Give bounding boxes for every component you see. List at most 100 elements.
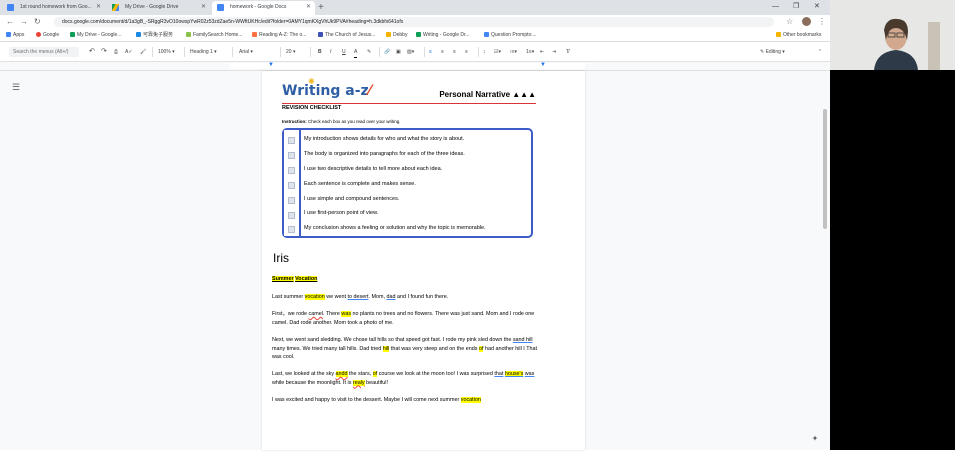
toolbar-divider [184, 47, 185, 57]
close-icon[interactable]: ✕ [306, 1, 311, 14]
bookmark-familysearch[interactable]: FamilySearch Home... [186, 29, 242, 41]
redo-icon[interactable]: ↷ [101, 47, 107, 57]
bookmark-reading-az[interactable]: Reading A-Z: The o... [252, 29, 306, 41]
worksheet-type: Personal Narrative ▲▲▲ [439, 90, 536, 99]
menu-search-input[interactable]: Search the menus (Alt+/) [9, 47, 79, 57]
drive-icon [112, 4, 119, 11]
align-left-icon[interactable]: ≡ [429, 47, 432, 57]
maximize-button[interactable]: ❐ [793, 0, 799, 14]
checkbox [288, 182, 295, 189]
blank-panel [830, 70, 955, 450]
bookmark-chinese[interactable]: 可靠兔子服务 [136, 29, 173, 41]
checklist-icon[interactable]: ☑▾ [494, 47, 501, 57]
sun-icon: ✺ [308, 77, 315, 86]
close-window-button[interactable]: ✕ [814, 0, 820, 14]
folder-icon [386, 32, 391, 37]
align-center-icon[interactable]: ≡ [441, 47, 444, 57]
paragraph-2: First，we rode camel. There was no plants… [272, 311, 535, 326]
paragraph-1: Last summer vocation we went to desert. … [272, 294, 449, 300]
bookmark-star-icon[interactable]: ☆ [786, 16, 793, 28]
bulleted-list-icon[interactable]: ⁝≡▾ [510, 47, 517, 57]
decrease-indent-icon[interactable]: ⇤ [540, 47, 544, 57]
bookmark-debby[interactable]: Debby [386, 29, 407, 41]
book-icon [252, 32, 257, 37]
minimize-button[interactable]: — [772, 0, 779, 14]
bold-icon[interactable]: B [318, 47, 322, 57]
left-indent-marker[interactable]: ▼ [268, 62, 274, 68]
hide-menus-icon[interactable]: ⌃ [818, 47, 822, 57]
justify-icon[interactable]: ≡ [465, 47, 468, 57]
right-indent-marker[interactable]: ▼ [540, 62, 546, 68]
bookmark-church[interactable]: The Church of Jesus... [318, 29, 375, 41]
text-color-icon[interactable]: A [354, 47, 358, 58]
worksheet-subtitle: REVISION CHECKLIST [282, 105, 342, 111]
highlight-icon[interactable]: ✎ [367, 47, 371, 57]
image-icon[interactable]: ▨▾ [407, 47, 414, 57]
scrollbar[interactable] [822, 101, 828, 461]
font-size-select[interactable]: 20 ▾ [286, 47, 295, 57]
ruler: ▼ ▼ [0, 62, 830, 71]
docs-toolbar: Search the menus (Alt+/) ↶ ↷ ⎙ A✓ 🖌 100%… [0, 44, 830, 62]
style-select[interactable]: Heading 1 ▾ [190, 47, 217, 57]
divider [282, 103, 536, 104]
address-bar[interactable]: docs.google.com/document/d/1a3gB_-SRggR3… [54, 17, 774, 27]
checklist-panel: My introduction shows details for who an… [282, 128, 533, 238]
bookmark-writing[interactable]: Writing - Google Dr... [416, 29, 470, 41]
undo-icon[interactable]: ↶ [89, 47, 95, 57]
underline-icon[interactable]: U [342, 47, 346, 57]
increase-indent-icon[interactable]: ⇥ [552, 47, 556, 57]
story-title: Summer Vocation [272, 276, 318, 282]
toolbar-divider [310, 47, 311, 57]
clear-formatting-icon[interactable]: T̸ [566, 47, 569, 57]
bookmark-google[interactable]: Google [36, 29, 59, 41]
tab-homework-docs[interactable]: homework - Google Docs ✕ [212, 1, 315, 15]
other-bookmarks[interactable]: Other bookmarks [776, 29, 821, 41]
checkbox [288, 226, 295, 233]
editing-mode-select[interactable]: ✎ Editing ▾ [760, 47, 785, 57]
browser-tab-bar: 1st round homework from Goo... ✕ My Driv… [0, 0, 830, 15]
profile-avatar[interactable] [802, 17, 811, 26]
scroll-thumb[interactable] [823, 109, 827, 229]
checkbox-column [284, 130, 301, 236]
zoom-select[interactable]: 100% ▾ [158, 47, 175, 57]
numbered-list-icon[interactable]: 1≡▾ [526, 47, 534, 57]
checkbox [288, 137, 295, 144]
bookmark-my-drive[interactable]: My Drive - Google... [70, 29, 121, 41]
print-icon[interactable]: ⎙ [114, 47, 118, 57]
align-right-icon[interactable]: ≡ [453, 47, 456, 57]
line-spacing-icon[interactable]: ↕ [483, 47, 486, 57]
spellcheck-icon[interactable]: A✓ [125, 47, 133, 57]
checkbox [288, 167, 295, 174]
toolbar-divider [232, 47, 233, 57]
document-page[interactable]: ✺ Writing a-z⁄ Personal Narrative ▲▲▲ RE… [262, 71, 585, 450]
forward-button[interactable]: → [20, 16, 28, 28]
back-button[interactable]: ← [6, 16, 14, 28]
folder-icon [776, 32, 781, 37]
font-select[interactable]: Arial ▾ [239, 47, 253, 57]
comment-icon[interactable]: ▣ [396, 47, 401, 57]
link-icon[interactable]: 🔗 [384, 47, 390, 57]
new-tab-button[interactable]: + [318, 1, 324, 14]
worksheet-instruction: Instruction: Check each box as you read … [282, 119, 401, 124]
close-icon[interactable]: ✕ [96, 1, 101, 14]
tab-my-drive[interactable]: My Drive - Google Drive ✕ [107, 1, 210, 15]
reload-button[interactable]: ↻ [34, 16, 41, 28]
bookmark-apps[interactable]: Apps [6, 29, 24, 41]
address-row: ← → ↻ docs.google.com/document/d/1a3gB_-… [0, 15, 830, 29]
paint-format-icon[interactable]: 🖌 [140, 47, 146, 57]
bookmark-question-prompts[interactable]: Question Prompts:... [484, 29, 537, 41]
toolbar-divider [379, 47, 380, 57]
tab-label: homework - Google Docs [230, 4, 287, 10]
close-icon[interactable]: ✕ [201, 1, 206, 14]
tab-label: 1st round homework from Goo... [20, 4, 92, 10]
menu-kebab-icon[interactable]: ⋮ [818, 16, 826, 28]
drive-icon [70, 32, 75, 37]
document-outline-icon[interactable]: ☰ [12, 82, 20, 93]
italic-icon[interactable]: I [330, 47, 331, 57]
person-image [830, 0, 955, 70]
church-icon [318, 32, 323, 37]
tab-homework-slides[interactable]: 1st round homework from Goo... ✕ [2, 1, 105, 15]
checklist-item: I use first-person point of view. [304, 210, 379, 216]
explore-icon[interactable]: ✦ [808, 433, 822, 445]
google-icon [36, 32, 41, 37]
